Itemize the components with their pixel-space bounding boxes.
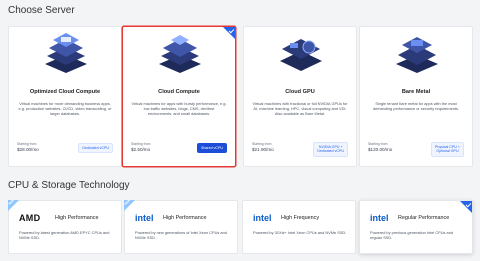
starting-from-label: Starting from [17,142,37,146]
intel-logo-icon: intel [253,213,272,223]
cpu-card-description: Powered by previous generation Intel CPU… [370,230,454,241]
section-title-server: Choose Server [8,5,75,16]
new-badge-label: NEW [7,198,15,206]
optimized-compute-illustration-icon [45,33,87,73]
cpu-card-description: Powered by latest generation AMD EPYC CP… [19,230,110,241]
cpu-card-description: Powered by new generations of Intel Xeon… [135,230,227,241]
bare-metal-illustration-icon [396,37,438,73]
server-card-price: $21.90/mo [252,147,274,152]
server-card-title: Cloud Compute [158,89,200,95]
server-card-optimized-cloud-compute[interactable]: Optimized Cloud Compute Virtual machines… [8,26,122,167]
server-card-title: Optimized Cloud Compute [29,89,101,95]
server-card-cloud-compute[interactable]: Cloud Compute Virtual machines for apps … [122,26,236,167]
server-card-title: Cloud GPU [285,89,315,95]
server-card-price: $2.50/mo [131,147,151,152]
server-card-bare-metal[interactable]: Bare Metal Single tenant bare metal for … [359,26,473,167]
server-card-description: Virtual machines for apps with bursty pe… [131,101,227,117]
server-card-tag: NVIDIA GPU + Dedicated vCPU [313,142,348,157]
tag-line-2: Optional GPU [436,149,459,154]
amd-logo-icon: AMD [19,213,41,223]
new-badge: NEW [123,198,135,211]
cpu-card-title: High Performance [55,215,99,221]
tag-line-2: Dedicated vCPU [317,149,344,154]
cpu-card-description: Powered by 3GHz+ Intel Xeon CPUs and NVM… [253,230,347,235]
cloud-gpu-illustration-icon [280,39,322,71]
intel-logo-icon: intel [370,213,389,223]
selected-check-icon [223,27,235,39]
starting-from-label: Starting from [252,142,272,146]
server-card-tag: Physical CPU + Optional GPU [430,142,464,157]
cpu-card-intel-regular-performance[interactable]: intel Regular Performance Powered by pre… [359,200,473,254]
starting-from-label: Starting from [368,142,388,146]
cpu-card-amd-high-performance[interactable]: NEW AMD High Performance Powered by late… [7,198,122,254]
section-title-cpu: CPU & Storage Technology [8,180,130,191]
cpu-card-title: High Frequency [281,215,320,221]
server-card-price: $120.00/mo [368,147,393,152]
server-card-tag: Shared vCPU [197,143,227,154]
cloud-compute-illustration-icon [159,35,201,73]
server-card-description: Virtual machines with fractional or full… [252,101,348,117]
server-card-description: Virtual machines for more demanding busi… [18,101,112,117]
server-card-title: Bare Metal [401,89,431,95]
new-badge: NEW [7,198,19,211]
server-card-tag: Dedicated vCPU [78,143,113,154]
starting-from-label: Starting from [131,142,151,146]
cpu-card-title: Regular Performance [398,215,450,221]
selected-check-icon [460,201,472,213]
intel-logo-icon: intel [135,213,154,223]
server-card-price: $28.00/mo [17,147,39,152]
server-card-description: Single tenant bare metal for apps with t… [372,101,460,112]
cpu-card-intel-high-frequency[interactable]: intel High Frequency Powered by 3GHz+ In… [242,200,356,254]
server-card-cloud-gpu[interactable]: Cloud GPU Virtual machines with fraction… [243,26,357,167]
cpu-card-intel-high-performance[interactable]: NEW intel High Performance Powered by ne… [123,198,238,254]
new-badge-label: NEW [123,198,131,206]
cpu-card-title: High Performance [163,215,207,221]
